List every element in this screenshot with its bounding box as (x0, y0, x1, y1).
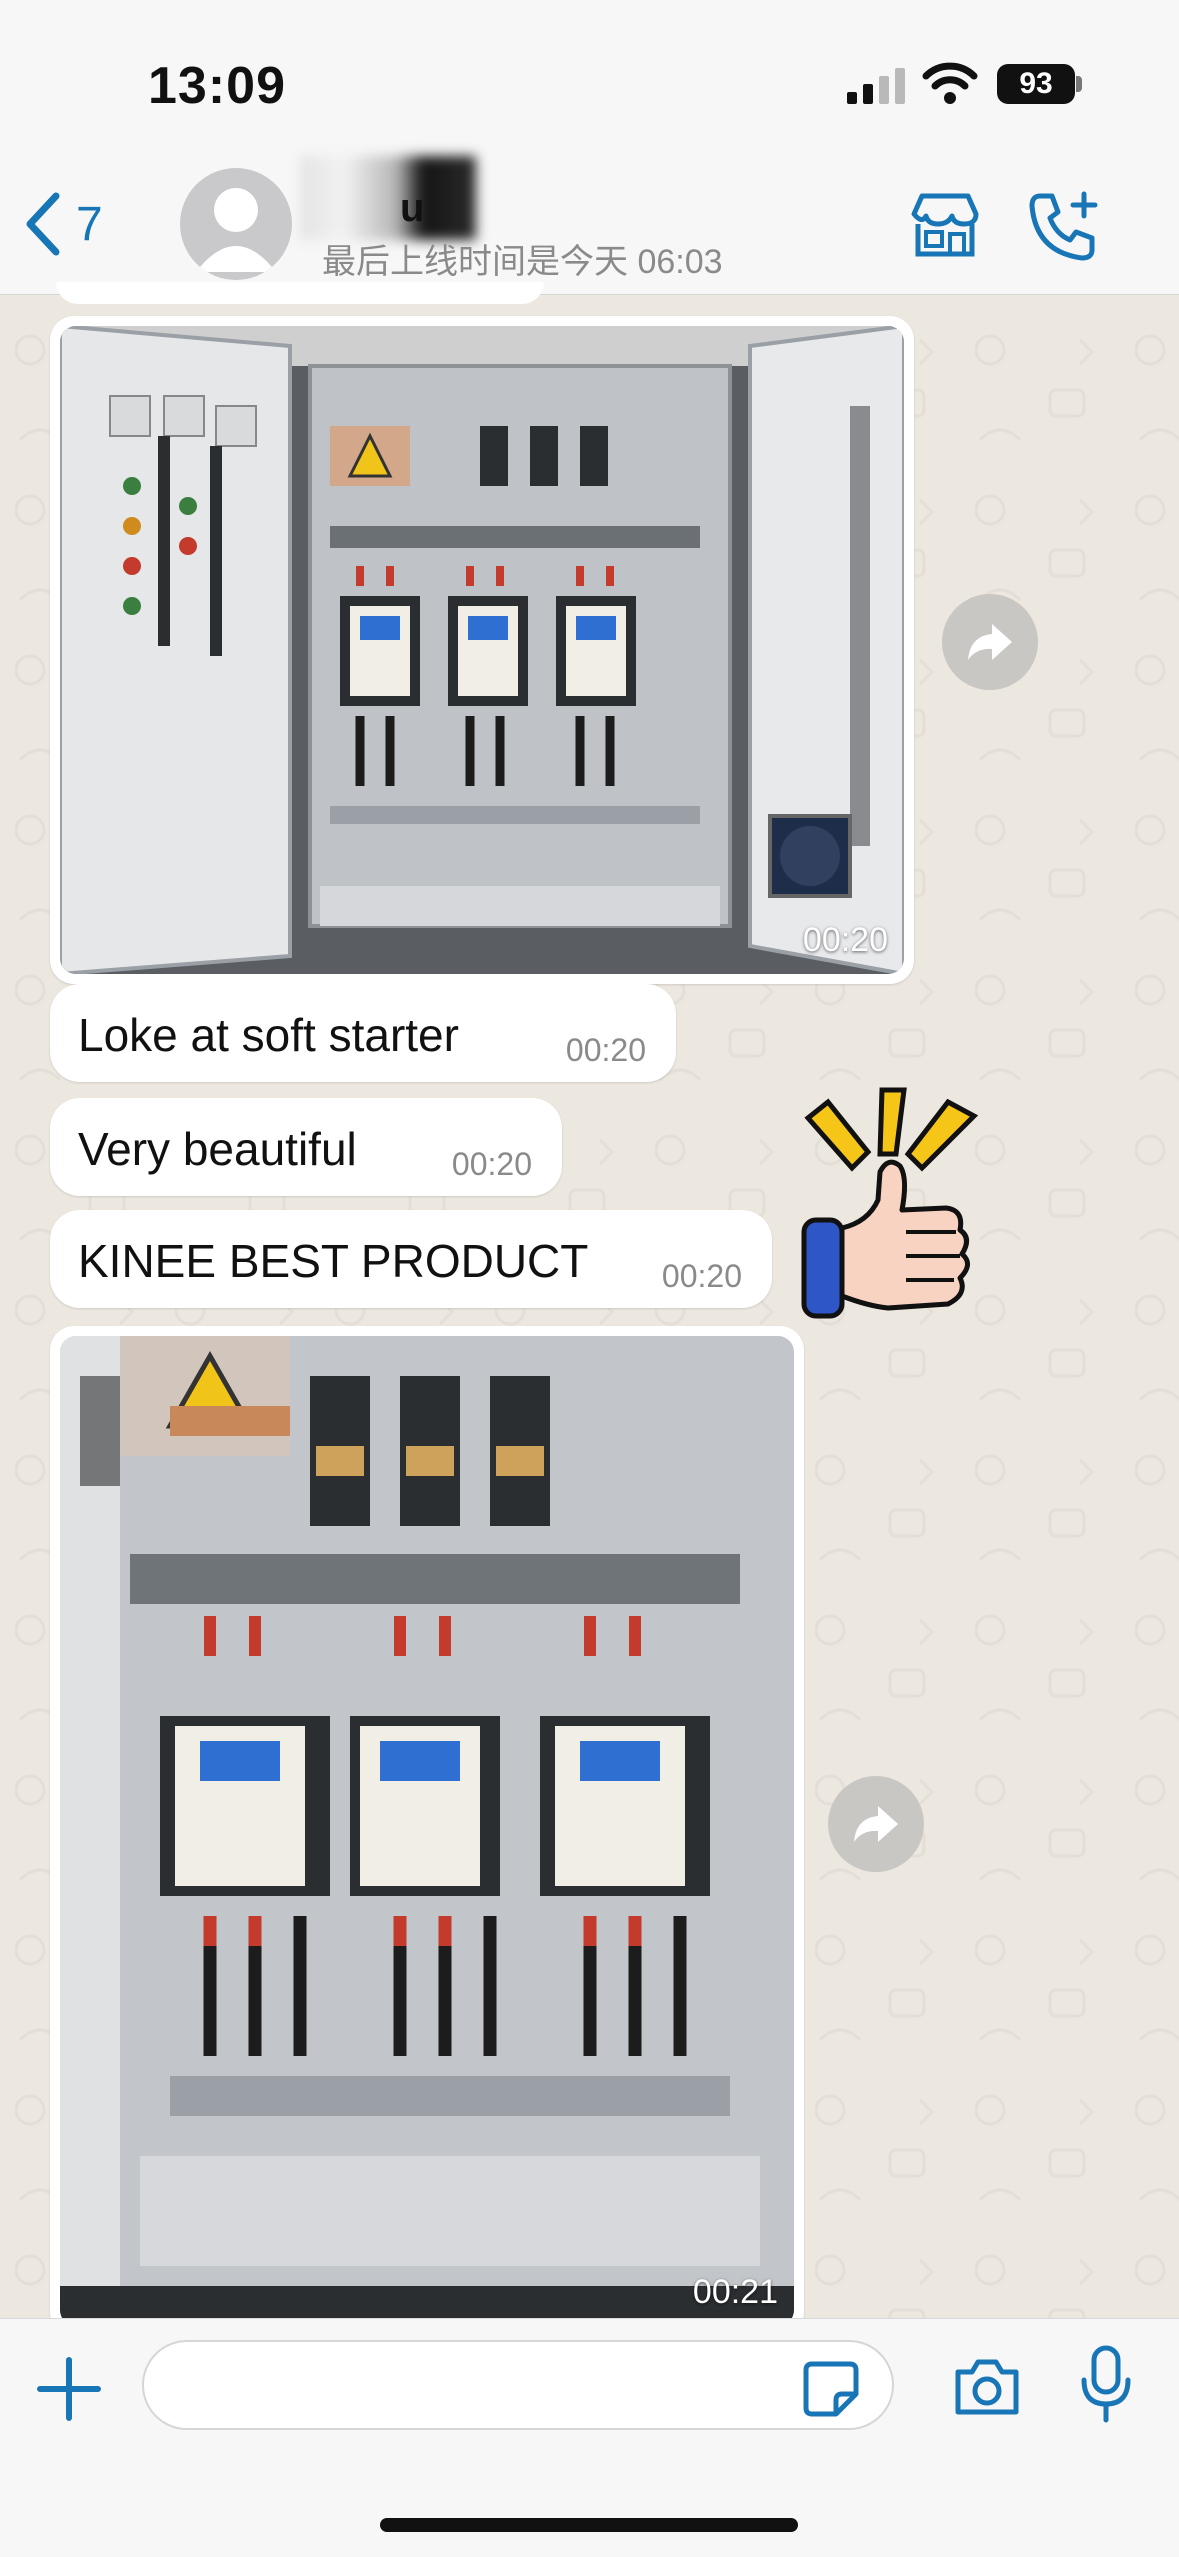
unread-count: 7 (76, 197, 103, 251)
wifi-icon (922, 62, 978, 104)
thumbs-up-sticker[interactable] (798, 1082, 988, 1322)
contact-name-redacted[interactable] (300, 156, 476, 240)
text-message[interactable]: KINEE BEST PRODUCT 00:20 (50, 1210, 772, 1308)
cabinet-photo[interactable] (60, 326, 904, 974)
avatar-placeholder-icon (196, 188, 276, 272)
forward-arrow-icon (854, 1806, 898, 1842)
message-text: Very beautiful (78, 1123, 357, 1175)
camera-icon[interactable] (952, 2356, 1022, 2418)
image-timestamp: 00:20 (802, 921, 888, 959)
battery-level: 93 (997, 64, 1075, 104)
electrical-cabinet-photo (60, 1336, 794, 2326)
last-seen-status: 最后上线时间是今天 06:03 (322, 243, 723, 281)
chevron-left-icon (26, 192, 60, 256)
forward-arrow-icon (968, 624, 1012, 660)
sticker-icon[interactable] (802, 2360, 860, 2418)
microphone-icon[interactable] (1078, 2344, 1134, 2424)
status-time: 13:09 (148, 57, 286, 115)
previous-message-bubble[interactable] (56, 282, 544, 304)
message-timestamp: 00:20 (661, 1258, 742, 1294)
back-button[interactable]: 7 (22, 192, 103, 256)
text-message[interactable]: Very beautiful 00:20 (50, 1098, 562, 1196)
home-indicator[interactable] (380, 2518, 798, 2532)
contact-name[interactable]: u (400, 186, 424, 231)
message-timestamp: 00:20 (565, 1032, 646, 1068)
battery-nub (1076, 76, 1082, 92)
message-timestamp: 00:20 (451, 1146, 532, 1182)
cabinet-photo[interactable] (60, 1336, 794, 2326)
plus-icon[interactable] (36, 2356, 102, 2422)
contact-avatar[interactable] (180, 168, 292, 280)
call-add-icon[interactable] (1026, 190, 1102, 264)
cellular-signal-icon (847, 68, 905, 104)
forward-button[interactable] (828, 1776, 924, 1872)
message-text: KINEE BEST PRODUCT (78, 1235, 589, 1287)
text-message[interactable]: Loke at soft starter 00:20 (50, 984, 676, 1082)
message-input[interactable] (142, 2340, 894, 2430)
image-timestamp: 00:21 (692, 2273, 778, 2311)
image-message[interactable]: 00:20 (50, 316, 914, 984)
forward-button[interactable] (942, 594, 1038, 690)
shop-icon[interactable] (908, 190, 982, 260)
image-message[interactable]: 00:21 (50, 1326, 804, 2336)
message-text: Loke at soft starter (78, 1009, 459, 1061)
electrical-cabinet-photo (60, 326, 904, 974)
